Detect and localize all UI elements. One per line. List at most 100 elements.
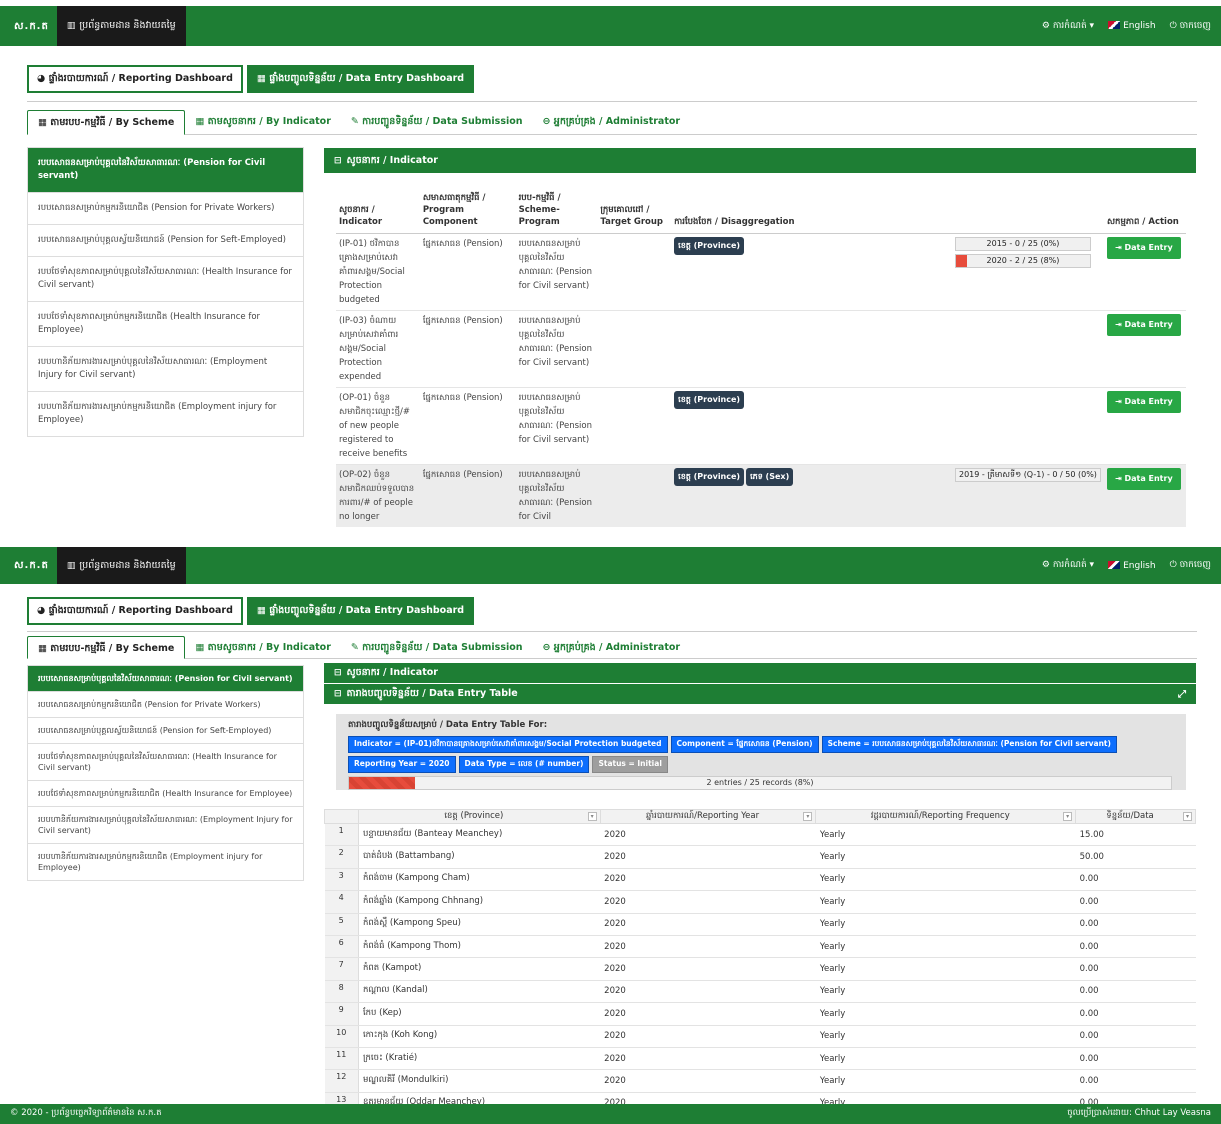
tab-by-indicator[interactable]: ▦ តាមសូចនាករ / By Indicator bbox=[185, 110, 341, 134]
filter-year-badge: Reporting Year = 2020 bbox=[348, 756, 456, 773]
table-row: (OP-02) ចំនួនសមាជិកឈប់ទទួលបានការពារ/# of… bbox=[336, 464, 1186, 527]
table-row: 5 កំពង់ស្ពឺ (Kampong Speu) 2020 Yearly 0.00 bbox=[324, 913, 1196, 936]
col-progress[interactable] bbox=[951, 189, 1104, 234]
tab-by-scheme[interactable]: ▦ តាមរបប-កម្មវិធី / By Scheme bbox=[27, 110, 186, 135]
year-cell: 2020 bbox=[600, 1025, 816, 1048]
language-switch[interactable]: English bbox=[1108, 21, 1156, 31]
scheme-item-pension-private[interactable]: របបសោធនសម្រាប់កម្មករនិយោជិត (Pension for… bbox=[28, 192, 303, 224]
col-reporting-year[interactable]: ឆ្នាំរបាយការណ៍/Reporting Year ▾ bbox=[599, 809, 817, 824]
power-icon: ⏻ bbox=[1169, 20, 1177, 31]
tab-data-submission[interactable]: ✎ ការបញ្ជូនទិន្នន័យ / Data Submission bbox=[341, 110, 533, 134]
frequency-cell: Yearly bbox=[815, 957, 1076, 981]
frequency-cell: Yearly bbox=[815, 913, 1076, 936]
province-cell: មណ្ឌលគិរី (Mondulkiri) bbox=[358, 1069, 601, 1093]
data-entry-button[interactable]: ⇥ Data Entry bbox=[1106, 237, 1181, 259]
scheme-cell: របបសោធនសម្រាប់បុគ្គលនៃវិស័យសាធារណៈ (Pens… bbox=[515, 464, 598, 527]
settings-menu[interactable]: ⚙ ការកំណត់ ▾ bbox=[1042, 20, 1094, 33]
scheme-item-pension-private[interactable]: របបសោធនសម្រាប់កម្មករនិយោជិត (Pension for… bbox=[28, 691, 303, 717]
table-row: 4 កំពង់ឆ្នាំង (Kampong Chhnang) 2020 Yearly… bbox=[324, 890, 1196, 914]
data-cell[interactable]: 0.00 bbox=[1075, 957, 1196, 981]
scheme-item-injury-employee[interactable]: របបហានិភ័យការងារសម្រាប់កម្មករនិយោជិត (Em… bbox=[28, 843, 303, 880]
scheme-cell: របបសោធនសម្រាប់បុគ្គលនៃវិស័យសាធារណៈ (Pens… bbox=[515, 387, 598, 465]
data-cell[interactable]: 0.00 bbox=[1075, 890, 1196, 914]
expand-icon[interactable]: ⤢ bbox=[1178, 689, 1186, 700]
indicator-panel-header[interactable]: ⊟ សូចនាករ / Indicator bbox=[324, 663, 1196, 683]
progress-fill bbox=[955, 255, 967, 267]
table-row: 12 មណ្ឌលគិរី (Mondulkiri) 2020 Yearly 0.00 bbox=[324, 1069, 1196, 1093]
col-province[interactable]: ខេត្ត (Province) ▾ bbox=[357, 809, 601, 824]
filter-dropdown-icon[interactable]: ▾ bbox=[587, 812, 597, 821]
data-cell[interactable]: 0.00 bbox=[1075, 980, 1196, 1004]
logout-button[interactable]: ⏻ ចាកចេញ bbox=[1170, 559, 1211, 572]
filter-dropdown-icon[interactable]: ▾ bbox=[1183, 812, 1192, 821]
scheme-item-health-civil[interactable]: របបថែទាំសុខភាពសម្រាប់បុគ្គលនៃវិស័យសាធារណ… bbox=[28, 256, 303, 301]
tab-administrator[interactable]: ⊖ អ្នកគ្រប់គ្រង / Administrator bbox=[533, 110, 691, 134]
row-number: 5 bbox=[324, 913, 359, 936]
scheme-item-health-employee[interactable]: របបថែទាំសុខភាពសម្រាប់កម្មករនិយោជិត (Heal… bbox=[28, 301, 303, 346]
scheme-item-injury-employee[interactable]: របបហានិភ័យការងារសម្រាប់កម្មករនិយោជិត (Em… bbox=[28, 391, 303, 436]
col-data[interactable]: ទិន្នន័យ/Data ▾ bbox=[1075, 809, 1196, 824]
data-cell[interactable]: 0.00 bbox=[1075, 1002, 1196, 1026]
brand-logo[interactable]: ស.ក.ត bbox=[0, 19, 57, 34]
col-target[interactable]: ក្រុមគោលដៅ / Target Group bbox=[597, 189, 672, 234]
filter-dropdown-icon[interactable]: ▾ bbox=[1063, 812, 1073, 821]
entries-progress-fill bbox=[349, 777, 415, 789]
data-cell[interactable]: 0.00 bbox=[1075, 868, 1196, 892]
target-cell bbox=[597, 310, 672, 388]
data-cell[interactable]: 15.00 bbox=[1075, 823, 1196, 847]
app-title[interactable]: ▥ ប្រព័ន្ធតាមដាន និងវាយតម្លៃ bbox=[56, 6, 186, 46]
table-row: 9 កែប (Kep) 2020 Yearly 0.00 bbox=[324, 1002, 1196, 1026]
brand-logo[interactable]: ស.ក.ត bbox=[0, 558, 57, 573]
logout-button[interactable]: ⏻ ចាកចេញ bbox=[1170, 20, 1211, 33]
progress-cell bbox=[951, 387, 1104, 465]
scheme-item-injury-civil[interactable]: របបហានិភ័យការងារសម្រាប់បុគ្គលនៃវិស័យសាធា… bbox=[28, 806, 303, 843]
scheme-item-pension-self[interactable]: របបសោធនសម្រាប់បុគ្គលស្វ័យនិយោជន៍ (Pensio… bbox=[28, 224, 303, 256]
tab-administrator[interactable]: ⊖ អ្នកគ្រប់គ្រង / Administrator bbox=[533, 636, 691, 658]
data-cell[interactable]: 0.00 bbox=[1075, 1025, 1196, 1048]
component-cell: ផ្នែកសោធន (Pension) bbox=[419, 233, 516, 311]
data-entry-button[interactable]: ⇥ Data Entry bbox=[1106, 468, 1181, 490]
scheme-item-health-employee[interactable]: របបថែទាំសុខភាពសម្រាប់កម្មករនិយោជិត (Heal… bbox=[28, 780, 303, 806]
table-row: 11 ក្រចេះ (Kratié) 2020 Yearly 0.00 bbox=[324, 1047, 1196, 1071]
col-indicator[interactable]: សូចនាករ / Indicator bbox=[336, 189, 420, 234]
bar-chart-icon: ▥ bbox=[66, 560, 76, 571]
power-icon: ⏻ bbox=[1169, 560, 1177, 570]
tab-data-submission[interactable]: ✎ ការបញ្ជូនទិន្នន័យ / Data Submission bbox=[341, 636, 533, 658]
data-cell[interactable]: 0.00 bbox=[1075, 913, 1196, 936]
app-title[interactable]: ▥ ប្រព័ន្ធតាមដាន និងវាយតម្លៃ bbox=[56, 547, 186, 584]
disaggregation-badge: ខេត្ត (Province) bbox=[674, 391, 745, 409]
table-row: (IP-03) ចំណាយសម្រាប់សេវាគាំពារសង្គម/Soci… bbox=[336, 310, 1186, 388]
col-action[interactable]: សកម្មភាព / Action bbox=[1103, 189, 1186, 234]
col-disaggregation[interactable]: ការបែងចែក / Disaggregation bbox=[671, 189, 952, 234]
data-cell[interactable]: 0.00 bbox=[1075, 935, 1196, 959]
tab-by-indicator[interactable]: ▦ តាមសូចនាករ / By Indicator bbox=[185, 636, 341, 658]
action-cell: ⇥ Data Entry bbox=[1103, 310, 1186, 388]
col-component[interactable]: សមាសធាតុកម្មវិធី / Program Component bbox=[419, 189, 516, 234]
col-reporting-frequency[interactable]: វដ្តរបាយការណ៍/Reporting Frequency ▾ bbox=[815, 809, 1077, 824]
entry-panel-header[interactable]: ⊟ តារាងបញ្ចូលទិន្នន័យ / Data Entry Table … bbox=[324, 684, 1196, 704]
tab-by-scheme[interactable]: ▦ តាមរបប-កម្មវិធី / By Scheme bbox=[27, 636, 186, 659]
data-entry-button[interactable]: ⇥ Data Entry bbox=[1106, 391, 1181, 413]
language-switch[interactable]: English bbox=[1108, 560, 1156, 571]
scheme-item-pension-civil[interactable]: របបសោធនសម្រាប់បុគ្គលនៃវិស័យសាធារណៈ (Pens… bbox=[28, 148, 303, 192]
data-cell[interactable]: 0.00 bbox=[1075, 1069, 1196, 1093]
scheme-item-pension-civil[interactable]: របបសោធនសម្រាប់បុគ្គលនៃវិស័យសាធារណៈ (Pens… bbox=[28, 666, 303, 691]
data-entry-button[interactable]: ⇥ Data Entry bbox=[1106, 314, 1181, 336]
scheme-item-pension-self[interactable]: របបសោធនសម្រាប់បុគ្គលស្វ័យនិយោជន៍ (Pensio… bbox=[28, 717, 303, 743]
col-scheme[interactable]: របប-កម្មវិធី / Scheme-Program bbox=[515, 189, 598, 234]
scheme-item-health-civil[interactable]: របបថែទាំសុខភាពសម្រាប់បុគ្គលនៃវិស័យសាធារណ… bbox=[28, 743, 303, 780]
indicator-cell: (IP-03) ចំណាយសម្រាប់សេវាគាំពារសង្គម/Soci… bbox=[336, 310, 420, 388]
table-row: 2 បាត់ដំបង (Battambang) 2020 Yearly 50.00 bbox=[324, 845, 1196, 869]
data-cell[interactable]: 50.00 bbox=[1075, 845, 1196, 869]
reporting-dashboard-button[interactable]: ◕ ផ្ទាំងរបាយការណ៍ / Reporting Dashboard bbox=[27, 65, 243, 93]
year-cell: 2020 bbox=[600, 1002, 816, 1026]
data-entry-dashboard-button[interactable]: ▦ ផ្ទាំងបញ្ចូលទិន្នន័យ / Data Entry Dash… bbox=[246, 597, 475, 625]
data-entry-dashboard-button[interactable]: ▦ ផ្ទាំងបញ្ចូលទិន្នន័យ / Data Entry Dash… bbox=[246, 65, 475, 93]
filter-dropdown-icon[interactable]: ▾ bbox=[803, 812, 813, 821]
settings-menu[interactable]: ⚙ ការកំណត់ ▾ bbox=[1042, 559, 1094, 572]
reporting-dashboard-button[interactable]: ◕ ផ្ទាំងរបាយការណ៍ / Reporting Dashboard bbox=[27, 597, 243, 625]
disaggregation-badge: ភេទ (Sex) bbox=[746, 468, 794, 486]
indicator-panel-header[interactable]: ⊟ សូចនាករ / Indicator bbox=[324, 148, 1196, 173]
data-cell[interactable]: 0.00 bbox=[1075, 1047, 1196, 1071]
scheme-item-injury-civil[interactable]: របបហានិភ័យការងារសម្រាប់បុគ្គលនៃវិស័យសាធា… bbox=[28, 346, 303, 391]
